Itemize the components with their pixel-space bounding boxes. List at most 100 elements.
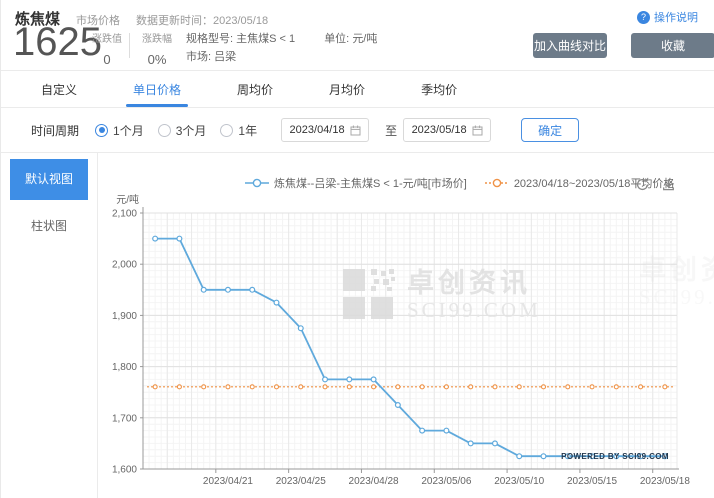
price-marker bbox=[371, 377, 376, 382]
average-marker bbox=[275, 385, 279, 389]
average-marker bbox=[323, 385, 327, 389]
average-marker bbox=[396, 385, 400, 389]
average-marker bbox=[639, 385, 643, 389]
price-marker bbox=[541, 454, 546, 459]
price-marker bbox=[420, 428, 425, 433]
start-date-input[interactable]: 2023/04/18 bbox=[281, 118, 369, 142]
price-marker bbox=[395, 403, 400, 408]
unit-value: 元/吨 bbox=[352, 33, 377, 45]
market-line: 市场: 吕梁 bbox=[186, 48, 377, 66]
tab-1[interactable]: 自定义 bbox=[41, 71, 77, 107]
tab-2[interactable]: 单日价格 bbox=[133, 71, 181, 107]
y-tick-label: 2,000 bbox=[112, 260, 137, 271]
confirm-button[interactable]: 确定 bbox=[521, 118, 579, 142]
powered-by-text: POWERED BY SCI99.COM bbox=[561, 452, 669, 461]
average-marker bbox=[517, 385, 521, 389]
average-marker bbox=[444, 385, 448, 389]
average-marker bbox=[226, 385, 230, 389]
average-marker bbox=[372, 385, 376, 389]
tab-3[interactable]: 周均价 bbox=[237, 71, 273, 107]
price-marker bbox=[347, 377, 352, 382]
radio-icon bbox=[220, 124, 233, 137]
average-marker bbox=[663, 385, 667, 389]
chart-legend: 炼焦煤--吕梁-主焦煤S < 1-元/吨[市场价]2023/04/18~2023… bbox=[245, 175, 674, 191]
price-marker bbox=[298, 326, 303, 331]
average-marker bbox=[420, 385, 424, 389]
average-marker bbox=[614, 385, 618, 389]
spec-label: 规格型号: bbox=[186, 33, 233, 45]
legend-item-1[interactable]: 炼焦煤--吕梁-主焦煤S < 1-元/吨[市场价] bbox=[245, 175, 467, 191]
price-marker bbox=[493, 441, 498, 446]
price-marker bbox=[201, 287, 206, 292]
start-date-value: 2023/04/18 bbox=[290, 124, 345, 136]
update-time: 数据更新时间：2023/05/18 bbox=[136, 12, 268, 28]
market-label: 市场: bbox=[186, 51, 211, 63]
x-tick-label: 2023/04/25 bbox=[276, 476, 326, 487]
average-marker bbox=[590, 385, 594, 389]
tab-4[interactable]: 月均价 bbox=[329, 71, 365, 107]
spec-block: 规格型号: 主焦煤S < 1 单位: 元/吨 市场: 吕梁 bbox=[186, 30, 377, 66]
help-link[interactable]: ? 操作说明 bbox=[637, 9, 698, 25]
date-range-separator: 至 bbox=[385, 122, 397, 139]
calendar-icon bbox=[472, 125, 483, 136]
change-value-block: 涨跌值 0 bbox=[85, 30, 129, 67]
market-value: 吕梁 bbox=[214, 51, 236, 63]
change-pct-block: 涨跌幅 0% bbox=[135, 30, 179, 67]
favorite-button[interactable]: 收藏 bbox=[631, 33, 714, 58]
end-date-value: 2023/05/18 bbox=[412, 124, 467, 136]
period-radio-1[interactable]: 1个月 bbox=[95, 122, 144, 139]
x-tick-label: 2023/05/18 bbox=[640, 476, 690, 487]
spec-line: 规格型号: 主焦煤S < 1 单位: 元/吨 bbox=[186, 30, 377, 48]
average-marker bbox=[299, 385, 303, 389]
average-marker bbox=[202, 385, 206, 389]
x-tick-label: 2023/05/15 bbox=[567, 476, 617, 487]
average-marker bbox=[542, 385, 546, 389]
price-type-tabs: 自定义 单日价格 周均价 月均价 季均价 bbox=[1, 71, 714, 108]
average-marker bbox=[153, 385, 157, 389]
unit-label: 单位: bbox=[324, 33, 349, 45]
refresh-icon[interactable] bbox=[635, 177, 650, 192]
period-radio-2[interactable]: 3个月 bbox=[158, 122, 207, 139]
price-marker bbox=[274, 300, 279, 305]
calendar-icon bbox=[350, 125, 361, 136]
chart-tools bbox=[635, 177, 676, 192]
y-tick-label: 1,800 bbox=[112, 362, 137, 373]
period-radio-3[interactable]: 1年 bbox=[220, 122, 257, 139]
change-pct-value: 0% bbox=[135, 52, 179, 67]
y-axis-unit: 元/吨 bbox=[116, 193, 139, 206]
download-icon[interactable] bbox=[661, 177, 676, 192]
x-tick-label: 2023/04/21 bbox=[203, 476, 253, 487]
sidebar-item-2[interactable]: 柱状图 bbox=[10, 217, 88, 234]
y-tick-label: 1,600 bbox=[112, 465, 137, 476]
change-value-label: 涨跌值 bbox=[85, 30, 129, 45]
time-period-filter: 时间周期 1个月 3个月 1年 2023/04/18 至 2023/05/18 确定 bbox=[31, 117, 579, 143]
period-label: 3个月 bbox=[176, 122, 207, 139]
change-value: 0 bbox=[85, 52, 129, 67]
average-marker bbox=[250, 385, 254, 389]
price-line-chart[interactable]: 2,1002,0001,9001,8001,7001,600元/吨2023/04… bbox=[99, 193, 714, 493]
x-tick-label: 2023/05/10 bbox=[494, 476, 544, 487]
price-marker bbox=[517, 454, 522, 459]
price-marker bbox=[250, 287, 255, 292]
period-label: 1年 bbox=[238, 122, 257, 139]
price-marker bbox=[153, 236, 158, 241]
price-marker bbox=[226, 287, 231, 292]
average-marker bbox=[566, 385, 570, 389]
average-marker bbox=[177, 385, 181, 389]
end-date-input[interactable]: 2023/05/18 bbox=[403, 118, 491, 142]
change-pct-label: 涨跌幅 bbox=[135, 30, 179, 45]
add-curve-compare-button[interactable]: 加入曲线对比 bbox=[533, 33, 607, 58]
question-circle-icon: ? bbox=[637, 11, 650, 24]
spec-value: 主焦煤S < 1 bbox=[236, 33, 295, 45]
period-label: 1个月 bbox=[113, 122, 144, 139]
view-sidebar: 默认视图柱状图 bbox=[1, 153, 98, 498]
commodity-price-page: 炼焦煤 市场价格 数据更新时间：2023/05/18 ? 操作说明 1625 涨… bbox=[0, 0, 714, 498]
legend-label: 炼焦煤--吕梁-主焦煤S < 1-元/吨[市场价] bbox=[274, 175, 467, 191]
x-tick-label: 2023/05/06 bbox=[421, 476, 471, 487]
divider bbox=[129, 33, 130, 58]
price-marker bbox=[323, 377, 328, 382]
sidebar-item-1[interactable]: 默认视图 bbox=[10, 159, 88, 200]
time-period-label: 时间周期 bbox=[31, 122, 79, 139]
price-marker bbox=[444, 428, 449, 433]
tab-5[interactable]: 季均价 bbox=[421, 71, 457, 107]
